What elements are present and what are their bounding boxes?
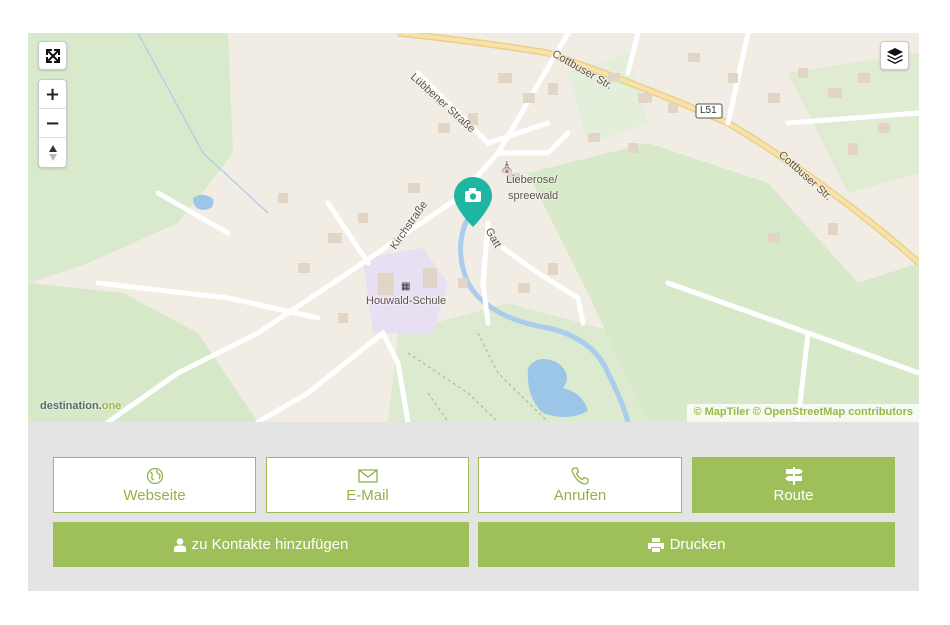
expand-arrows-icon bbox=[45, 48, 60, 63]
add-contact-label: zu Kontakte hinzufügen bbox=[191, 536, 349, 553]
print-button[interactable]: Drucken bbox=[478, 522, 895, 567]
north-arrow-icon bbox=[48, 144, 57, 161]
zoom-in-button[interactable]: + bbox=[39, 80, 66, 109]
website-label: Webseite bbox=[123, 486, 186, 504]
museum-icon: ⛪ bbox=[500, 162, 514, 174]
globe-icon bbox=[146, 467, 164, 485]
printer-icon bbox=[647, 537, 664, 552]
route-label: Route bbox=[773, 486, 814, 504]
school-icon: ▦ bbox=[401, 281, 411, 292]
brand-suffix: one bbox=[101, 400, 122, 412]
layers-button[interactable] bbox=[880, 41, 909, 70]
poi-label-school: Houwald-Schule bbox=[366, 295, 447, 307]
call-button[interactable]: Anrufen bbox=[478, 457, 682, 513]
road-label-l51: L51 bbox=[700, 105, 717, 116]
brand-logo: destination.one bbox=[40, 400, 121, 412]
email-button[interactable]: E-Mail bbox=[266, 457, 469, 513]
signpost-icon bbox=[784, 466, 804, 485]
zoom-controls: + − bbox=[38, 79, 67, 168]
phone-icon bbox=[571, 466, 589, 485]
email-label: E-Mail bbox=[346, 486, 389, 504]
compass-button[interactable] bbox=[39, 138, 66, 167]
website-button[interactable]: Webseite bbox=[53, 457, 256, 513]
map-attribution[interactable]: © MapTiler © OpenStreetMap contributors bbox=[687, 404, 919, 422]
map[interactable]: Lübbener Straße Cottbuser Str. Cottbuser… bbox=[28, 33, 919, 422]
fullscreen-button[interactable] bbox=[38, 41, 67, 70]
brand-prefix: destination. bbox=[40, 400, 102, 412]
map-tiles[interactable] bbox=[28, 33, 919, 422]
contact-actions-panel: Webseite E-Mail Anrufen Route zu Kontakt… bbox=[28, 422, 919, 591]
location-marker[interactable] bbox=[454, 177, 492, 227]
poi-label-spreewald: spreewald bbox=[508, 190, 559, 202]
poi-label-lieberose: Lieberose/ bbox=[506, 174, 558, 186]
zoom-out-button[interactable]: − bbox=[39, 109, 66, 138]
envelope-icon bbox=[357, 467, 378, 485]
print-label: Drucken bbox=[669, 536, 726, 553]
layers-icon bbox=[886, 47, 903, 64]
call-label: Anrufen bbox=[553, 486, 607, 504]
user-icon bbox=[173, 537, 186, 552]
add-contact-button[interactable]: zu Kontakte hinzufügen bbox=[53, 522, 469, 567]
route-button[interactable]: Route bbox=[692, 457, 895, 513]
